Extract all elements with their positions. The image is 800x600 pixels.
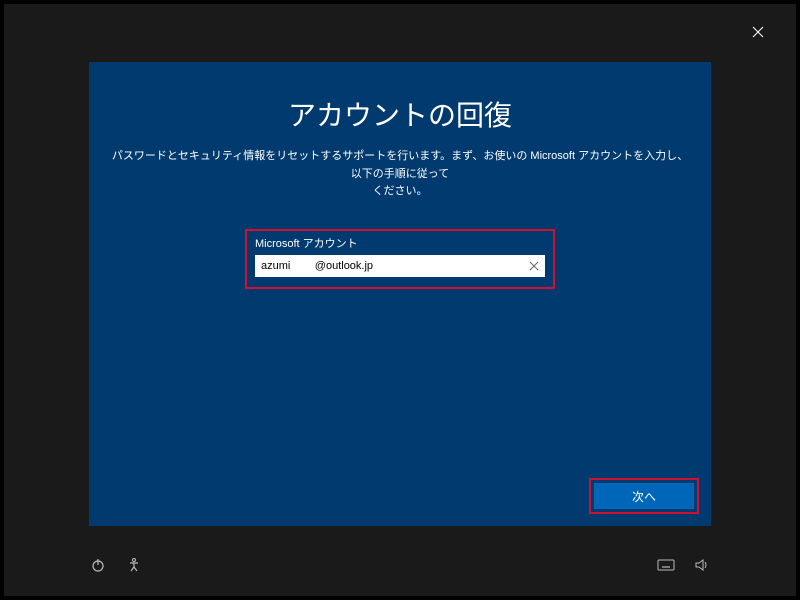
page-subtitle: パスワードとセキュリティ情報をリセットするサポートを行います。まず、お使いの M… (89, 148, 711, 201)
power-icon[interactable] (89, 556, 107, 574)
next-button-highlight: 次へ (589, 478, 699, 514)
close-button[interactable] (748, 22, 768, 42)
account-input-row (255, 255, 545, 277)
subtitle-line-2: ください。 (373, 185, 428, 197)
account-input[interactable] (255, 255, 523, 277)
account-input-label: Microsoft アカウント (255, 235, 545, 251)
page-title: アカウントの回復 (89, 94, 711, 134)
next-button[interactable]: 次へ (594, 483, 694, 509)
system-bar-left (89, 556, 143, 574)
system-bar-right (657, 556, 711, 574)
keyboard-icon[interactable] (657, 556, 675, 574)
accessibility-icon[interactable] (125, 556, 143, 574)
account-input-section: Microsoft アカウント (245, 229, 555, 289)
system-bar (89, 556, 711, 574)
subtitle-line-1: パスワードとセキュリティ情報をリセットするサポートを行います。まず、お使いの M… (112, 150, 688, 180)
clear-input-button[interactable] (523, 255, 545, 277)
window-frame: アカウントの回復 パスワードとセキュリティ情報をリセットするサポートを行います。… (4, 4, 796, 596)
recovery-panel: アカウントの回復 パスワードとセキュリティ情報をリセットするサポートを行います。… (89, 62, 711, 526)
volume-icon[interactable] (693, 556, 711, 574)
